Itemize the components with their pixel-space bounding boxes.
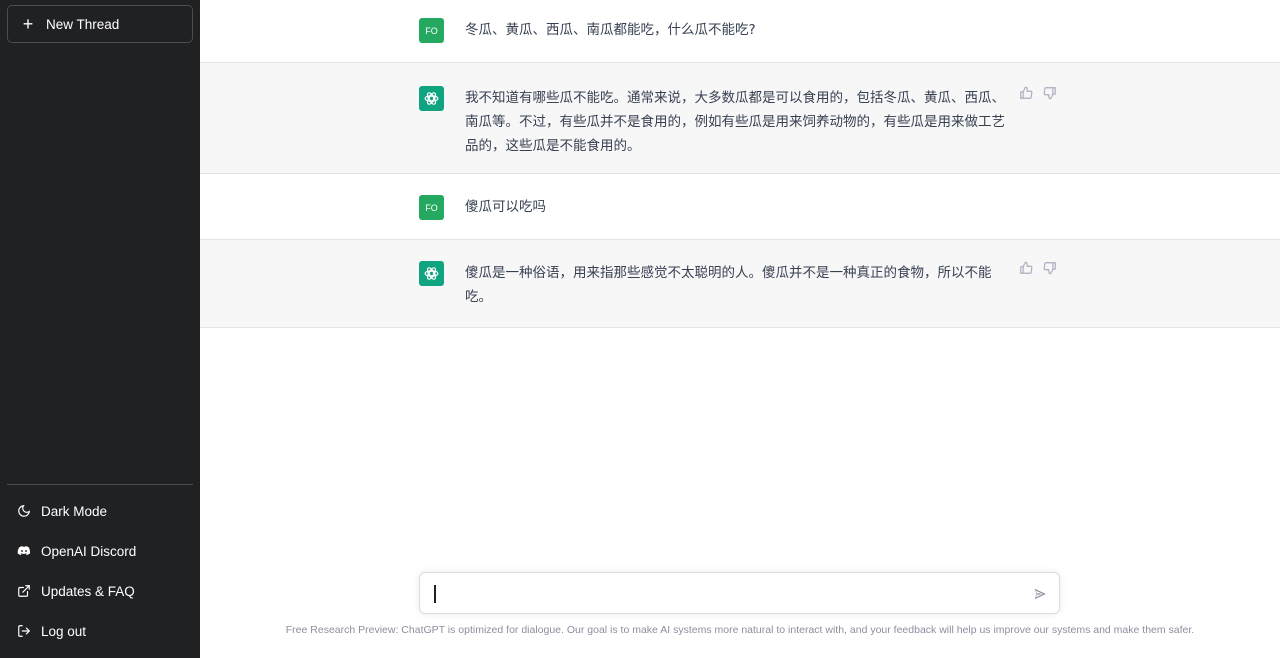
- openai-logo-icon: [419, 261, 444, 286]
- log-out-label: Log out: [41, 623, 87, 639]
- text-caret: [434, 585, 436, 603]
- user-avatar: FO: [419, 18, 444, 43]
- sidebar: + New Thread Dark Mode OpenAI Discord Up…: [0, 0, 200, 658]
- new-thread-button[interactable]: + New Thread: [7, 5, 193, 43]
- chat-main: FO 冬瓜、黄瓜、西瓜、南瓜都能吃，什么瓜不能吃? 我不知道有哪些瓜不能吃。通常…: [200, 0, 1280, 658]
- openai-discord-label: OpenAI Discord: [41, 543, 137, 559]
- discord-icon: [17, 544, 31, 558]
- assistant-message-text: 傻瓜是一种俗语，用来指那些感觉不太聪明的人。傻瓜并不是一种真正的食物，所以不能吃…: [465, 265, 992, 305]
- openai-logo-icon: [419, 86, 444, 111]
- log-out-button[interactable]: Log out: [7, 611, 193, 651]
- user-message-text: 冬瓜、黄瓜、西瓜、南瓜都能吃，什么瓜不能吃?: [465, 22, 756, 38]
- message-row-assistant: 傻瓜是一种俗语，用来指那些感觉不太聪明的人。傻瓜并不是一种真正的食物，所以不能吃…: [200, 240, 1280, 328]
- dark-mode-button[interactable]: Dark Mode: [7, 491, 193, 531]
- app-window: + New Thread Dark Mode OpenAI Discord Up…: [0, 0, 1280, 658]
- plus-icon: +: [22, 14, 34, 34]
- assistant-message-text: 我不知道有哪些瓜不能吃。通常来说，大多数瓜都是可以食用的，包括冬瓜、黄瓜、西瓜、…: [465, 90, 1005, 154]
- feedback-buttons: [1019, 86, 1057, 100]
- logout-icon: [17, 624, 31, 638]
- thumbs-up-icon[interactable]: [1019, 86, 1033, 100]
- dark-mode-label: Dark Mode: [41, 503, 108, 519]
- message-row-user: FO 冬瓜、黄瓜、西瓜、南瓜都能吃，什么瓜不能吃?: [200, 0, 1280, 63]
- user-message-text: 傻瓜可以吃吗: [465, 199, 546, 215]
- message-input[interactable]: [419, 572, 1060, 614]
- thumbs-down-icon[interactable]: [1043, 86, 1057, 100]
- openai-discord-link[interactable]: OpenAI Discord: [7, 531, 193, 571]
- message-row-user: FO 傻瓜可以吃吗: [200, 174, 1280, 240]
- external-link-icon: [17, 584, 31, 598]
- send-icon[interactable]: [1033, 587, 1047, 601]
- new-thread-label: New Thread: [46, 16, 120, 32]
- thumbs-down-icon[interactable]: [1043, 261, 1057, 275]
- updates-faq-label: Updates & FAQ: [41, 583, 135, 599]
- thumbs-up-icon[interactable]: [1019, 261, 1033, 275]
- sidebar-menu: Dark Mode OpenAI Discord Updates & FAQ L…: [7, 484, 193, 651]
- footer-disclaimer: Free Research Preview: ChatGPT is optimi…: [285, 624, 1195, 636]
- user-avatar: FO: [419, 195, 444, 220]
- updates-faq-link[interactable]: Updates & FAQ: [7, 571, 193, 611]
- moon-icon: [17, 504, 31, 518]
- message-row-assistant: 我不知道有哪些瓜不能吃。通常来说，大多数瓜都是可以食用的，包括冬瓜、黄瓜、西瓜、…: [200, 63, 1280, 174]
- feedback-buttons: [1019, 261, 1057, 275]
